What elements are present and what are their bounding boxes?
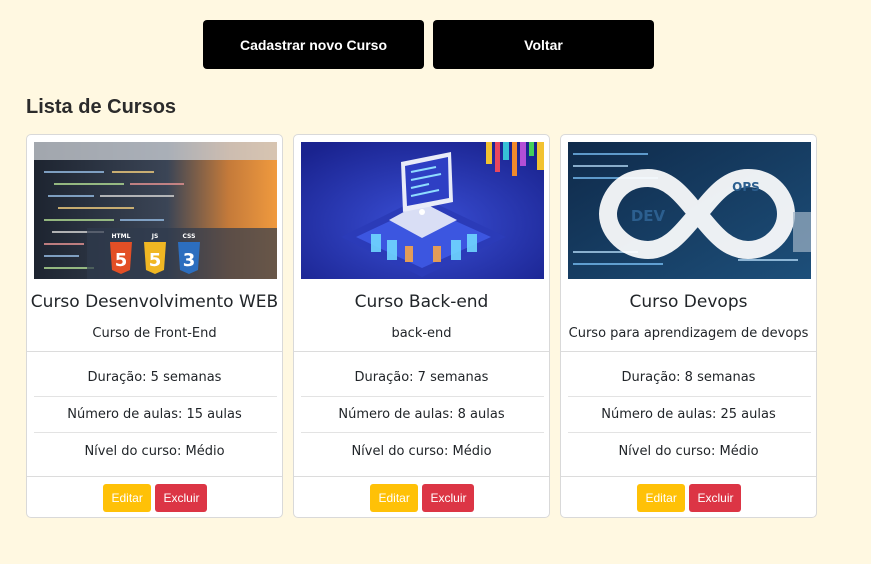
- delete-button[interactable]: Excluir: [154, 484, 207, 512]
- svg-text:JS: JS: [151, 233, 159, 240]
- divider: [294, 351, 549, 352]
- course-lessons: Número de aulas: 25 aulas: [601, 407, 776, 422]
- divider: [568, 432, 811, 433]
- html5-badge-icon: HTML 5: [110, 233, 132, 274]
- course-card: DEV OPS Curso Devops Curso para aprendiz…: [560, 134, 817, 518]
- divider: [561, 351, 816, 352]
- course-level: Nível do curso: Médio: [84, 444, 225, 459]
- svg-text:3: 3: [183, 250, 196, 271]
- course-card: Curso Back-end back-end Duração: 7 seman…: [293, 134, 550, 518]
- edit-button[interactable]: Editar: [369, 484, 418, 512]
- course-list: HTML 5 JS 5 CSS 3 Curso Desenvolvimento …: [26, 134, 817, 518]
- svg-text:5: 5: [149, 250, 162, 271]
- course-card: HTML 5 JS 5 CSS 3 Curso Desenvolvimento …: [26, 134, 283, 518]
- course-description: Curso de Front-End: [92, 326, 217, 341]
- divider: [34, 432, 277, 433]
- add-course-button[interactable]: Cadastrar novo Curso: [203, 20, 424, 69]
- course-lessons: Número de aulas: 15 aulas: [67, 407, 242, 422]
- html5-js-css3-image: HTML 5 JS 5 CSS 3: [34, 142, 277, 279]
- svg-text:CSS: CSS: [183, 233, 196, 240]
- svg-text:5: 5: [115, 250, 128, 271]
- svg-text:DEV: DEV: [631, 207, 666, 225]
- header-actions: Cadastrar novo Curso Voltar: [203, 20, 654, 69]
- divider: [27, 351, 282, 352]
- edit-button[interactable]: Editar: [636, 484, 685, 512]
- divider: [301, 432, 544, 433]
- course-description: Curso para aprendizagem de devops: [568, 326, 809, 341]
- course-level: Nível do curso: Médio: [351, 444, 492, 459]
- divider: [568, 396, 811, 397]
- edit-button[interactable]: Editar: [102, 484, 151, 512]
- page-title: Lista de Cursos: [26, 96, 177, 118]
- devops-infinity-image: DEV OPS: [568, 142, 811, 279]
- card-actions: Editar Excluir: [27, 484, 282, 512]
- course-duration: Duração: 7 semanas: [354, 370, 489, 385]
- delete-button[interactable]: Excluir: [688, 484, 741, 512]
- course-title: Curso Desenvolvimento WEB: [30, 292, 279, 312]
- card-actions: Editar Excluir: [561, 484, 816, 512]
- course-title: Curso Devops: [629, 292, 748, 312]
- course-description: back-end: [391, 326, 452, 341]
- svg-text:OPS: OPS: [732, 180, 760, 194]
- course-lessons: Número de aulas: 8 aulas: [338, 407, 505, 422]
- server-laptop-image: [301, 142, 544, 279]
- divider: [561, 476, 816, 477]
- divider: [34, 396, 277, 397]
- divider: [301, 396, 544, 397]
- back-button[interactable]: Voltar: [433, 20, 654, 69]
- divider: [294, 476, 549, 477]
- course-duration: Duração: 8 semanas: [621, 370, 756, 385]
- course-title: Curso Back-end: [354, 292, 489, 312]
- course-duration: Duração: 5 semanas: [87, 370, 222, 385]
- delete-button[interactable]: Excluir: [421, 484, 474, 512]
- svg-text:HTML: HTML: [112, 233, 131, 240]
- course-level: Nível do curso: Médio: [618, 444, 759, 459]
- divider: [27, 476, 282, 477]
- card-actions: Editar Excluir: [294, 484, 549, 512]
